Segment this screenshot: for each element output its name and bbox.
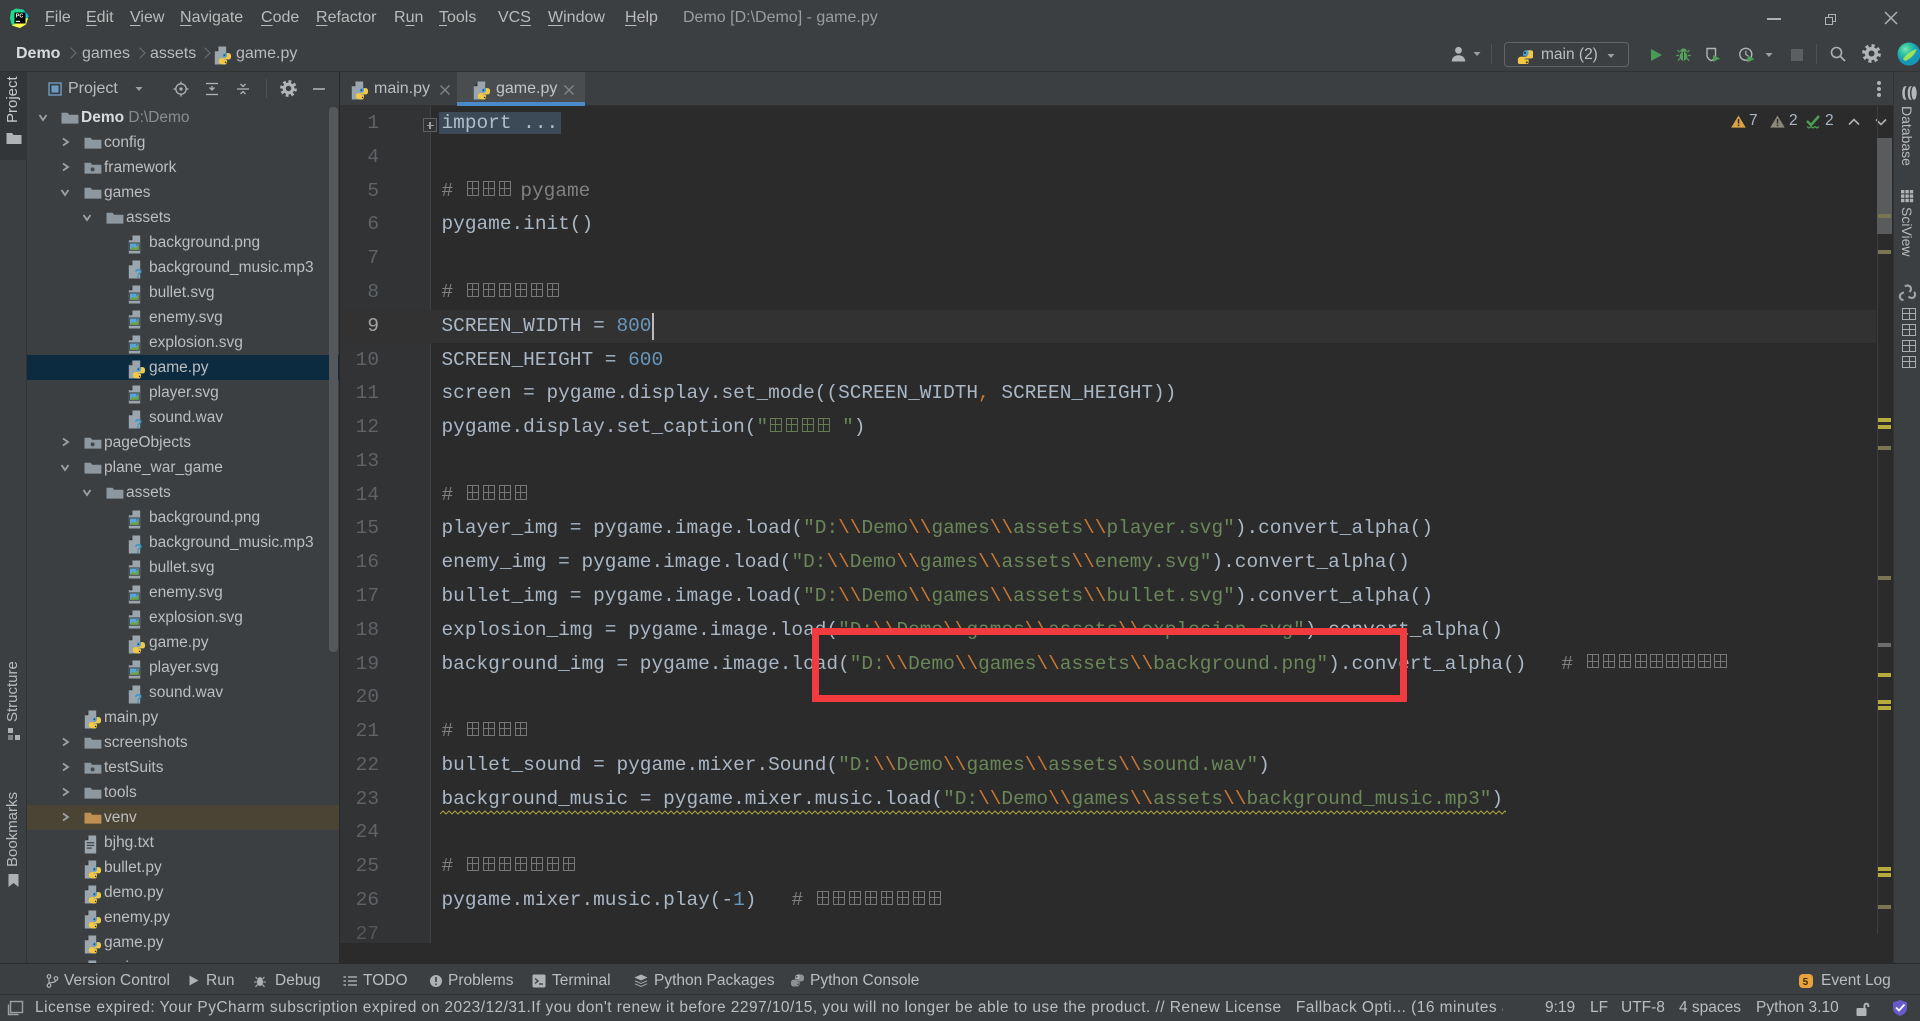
svg-text:?: ? [134,416,142,430]
svg-text:?: ? [134,266,142,280]
svg-text:PC: PC [16,14,24,20]
svg-text:?: ? [134,691,142,705]
svg-text:?: ? [134,541,142,555]
svg-text:5: 5 [1803,977,1809,988]
